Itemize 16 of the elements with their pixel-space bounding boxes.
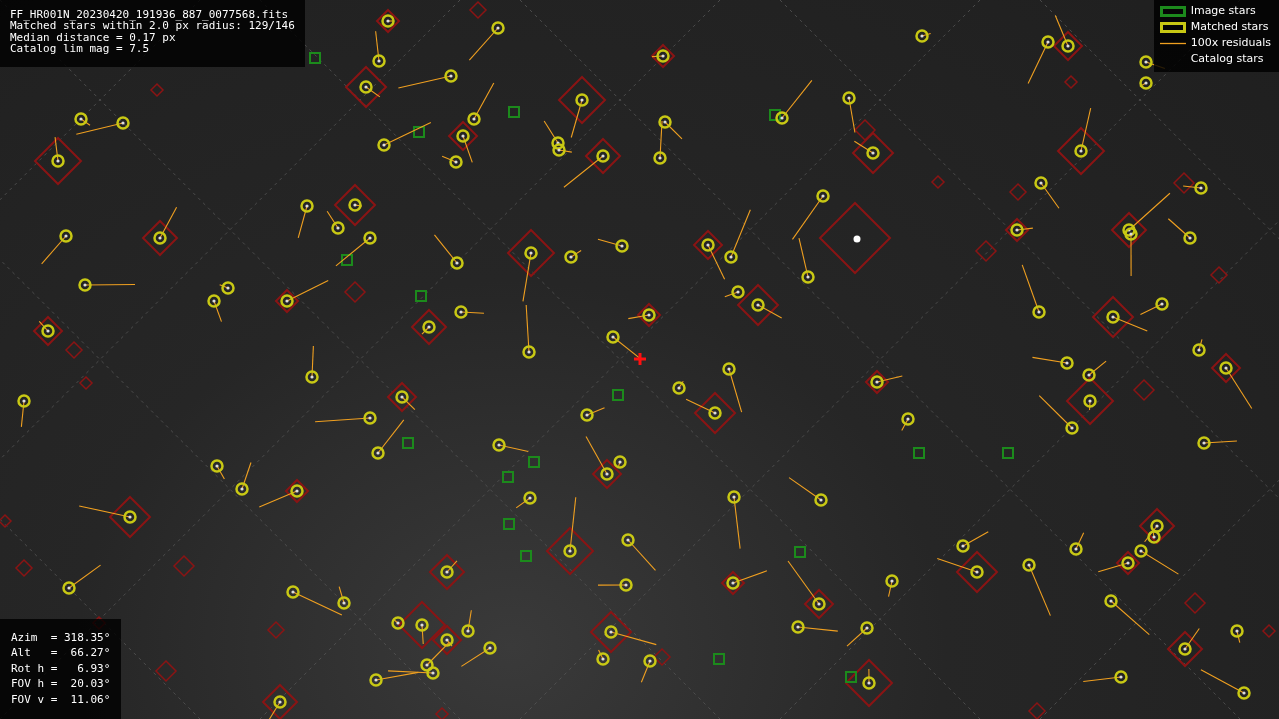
legend-label: Matched stars <box>1190 20 1270 34</box>
info-text: FF_HR001N_20230420_191936_887_0077568.fits <box>10 9 289 21</box>
legend-label: Catalog stars <box>1190 52 1265 66</box>
legend-label: 100x residuals <box>1190 36 1271 50</box>
pointing-text: Alt = 66.27° <box>11 645 111 661</box>
pointing-text: FOV v = 11.06° <box>11 691 111 707</box>
pointing-text: FOV h = 20.03° <box>11 676 111 692</box>
residual-line-icon <box>1159 41 1186 45</box>
pointing-text: Rot h = 6.93° <box>11 660 111 676</box>
legend-label: Image stars <box>1190 4 1257 18</box>
info-text: Median distance = 0.17 px <box>10 31 176 44</box>
info-text: Matched stars within 2.0 px radius: 129/146 <box>10 20 295 32</box>
info-text: Catalog lim mag = 7.5 <box>10 43 151 55</box>
image-star-swatch-icon <box>1159 5 1186 17</box>
pointing-text: Azim = 318.35° <box>11 629 111 645</box>
matched-star-swatch-icon <box>1159 21 1186 33</box>
